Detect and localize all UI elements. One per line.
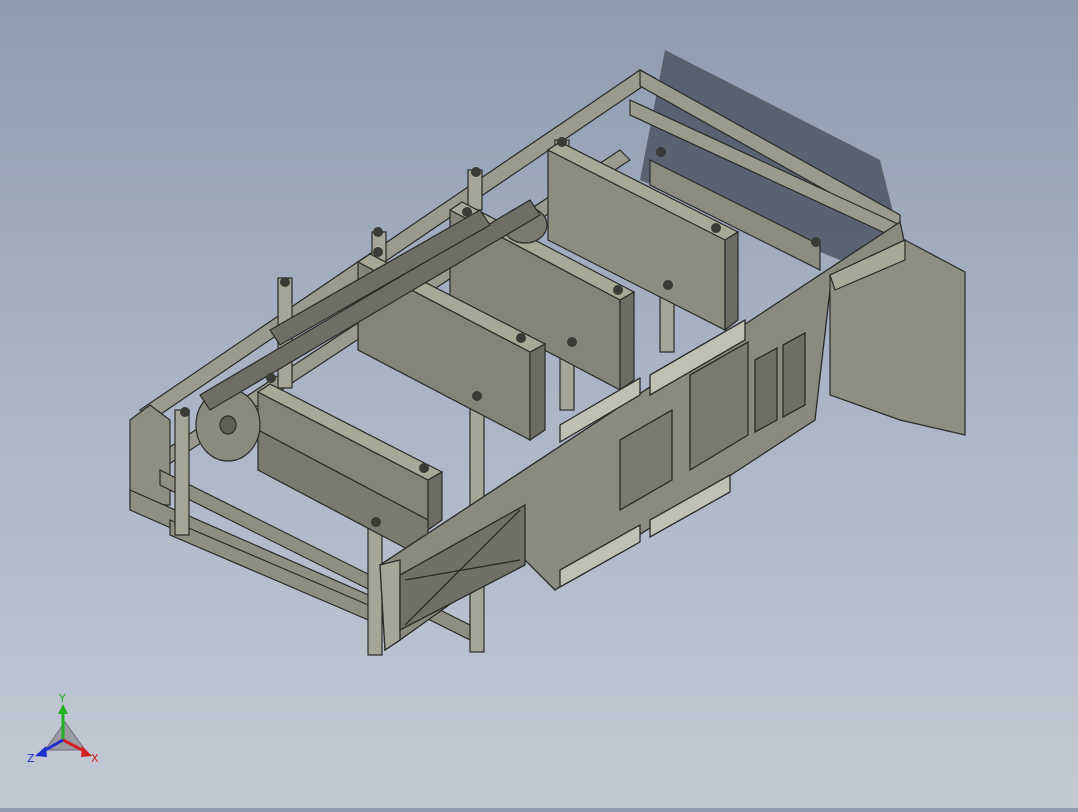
y-arrow-icon [58,704,68,714]
z-arrow-icon [35,746,47,757]
reference-triad: Y X Z [20,690,110,770]
hopper-door [829,239,966,436]
graphics-area[interactable] [0,0,1078,808]
x-axis-label: X [91,752,99,765]
y-axis-label: Y [58,692,66,705]
model-view[interactable] [0,0,1078,808]
z-axis-label: Z [27,752,35,765]
